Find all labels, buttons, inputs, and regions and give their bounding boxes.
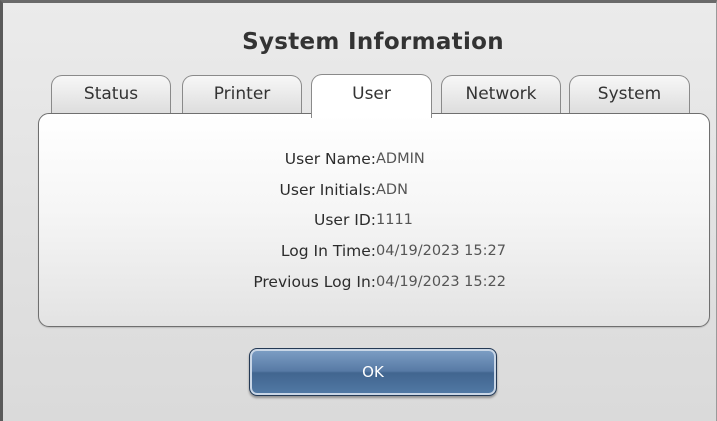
user-initials-value: ADN: [376, 182, 408, 198]
tab-status[interactable]: Status: [51, 75, 171, 115]
user-name-value: ADMIN: [376, 151, 425, 167]
tab-network[interactable]: Network: [441, 75, 561, 115]
previous-log-in-value: 04/19/2023 15:22: [376, 274, 506, 290]
dialog-title: System Information: [242, 29, 504, 55]
previous-log-in-label: Previous Log In:: [253, 273, 376, 291]
tab-printer[interactable]: Printer: [182, 75, 302, 115]
ok-button[interactable]: OK: [249, 348, 497, 396]
tab-user[interactable]: User: [311, 74, 432, 118]
user-id-label: User ID:: [314, 211, 376, 229]
system-information-dialog: System Information Status Printer User N…: [0, 0, 717, 421]
log-in-time-value: 04/19/2023 15:27: [376, 243, 506, 259]
previous-log-in-row: Previous Log In: 04/19/2023 15:22: [39, 270, 711, 294]
user-id-row: User ID: 1111: [39, 208, 711, 232]
user-name-row: User Name: ADMIN: [39, 147, 711, 171]
tab-system[interactable]: System: [569, 75, 690, 115]
user-info-panel: User Name: ADMIN User Initials: ADN User…: [38, 113, 710, 327]
log-in-time-row: Log In Time: 04/19/2023 15:27: [39, 239, 711, 263]
user-initials-label: User Initials:: [279, 181, 376, 199]
log-in-time-label: Log In Time:: [280, 242, 376, 260]
user-id-value: 1111: [376, 212, 413, 228]
user-name-label: User Name:: [284, 150, 376, 168]
user-initials-row: User Initials: ADN: [39, 178, 711, 202]
